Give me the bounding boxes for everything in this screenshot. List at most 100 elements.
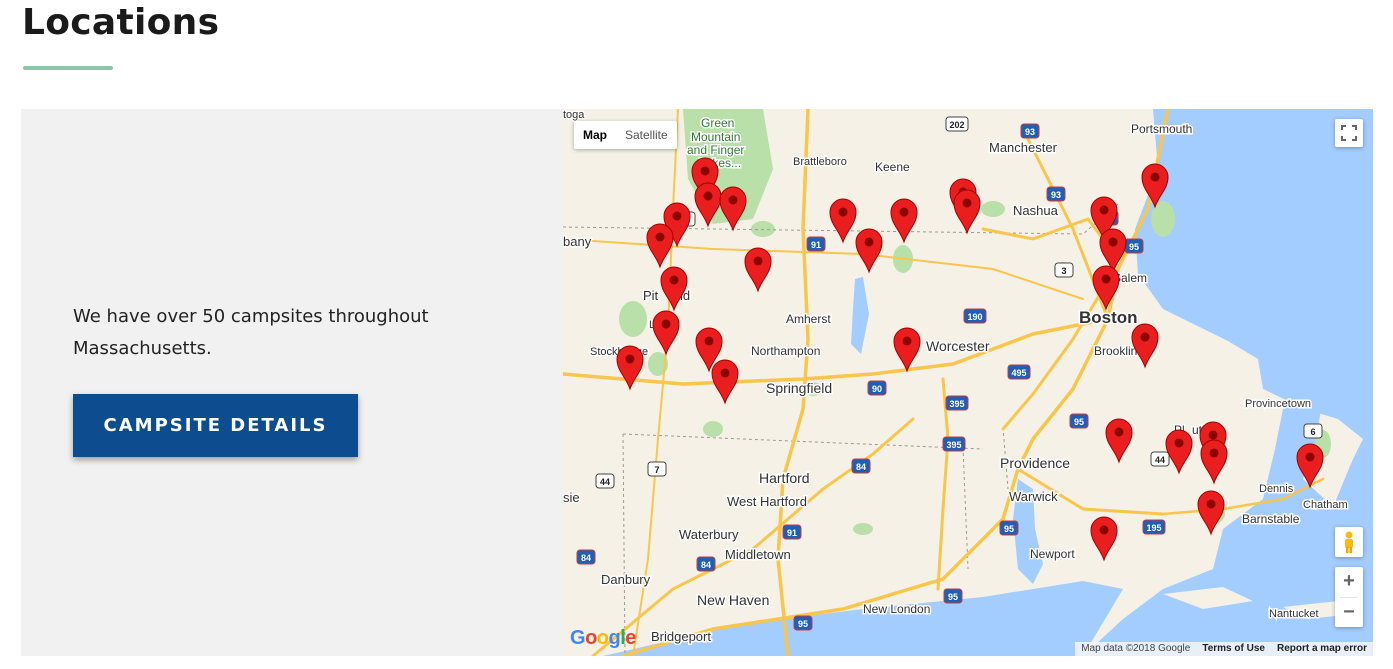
route-shield-number: 91 xyxy=(787,528,797,538)
report-map-error-link[interactable]: Report a map error xyxy=(1271,642,1373,656)
campsite-marker[interactable] xyxy=(711,359,739,405)
map-data-credit: Map data ©2018 Google xyxy=(1081,643,1191,654)
street-view-button[interactable] xyxy=(1335,527,1363,557)
place-label: Barnstable xyxy=(1242,512,1300,526)
park-10 xyxy=(853,523,873,535)
campsite-marker[interactable] xyxy=(1197,490,1225,536)
map-marker-dot xyxy=(703,191,713,201)
map-marker-icon xyxy=(1090,516,1118,562)
map-marker-dot xyxy=(962,198,972,208)
map-marker-icon xyxy=(1092,265,1120,311)
campsite-marker[interactable] xyxy=(1105,418,1133,464)
map-marker-dot xyxy=(838,207,848,217)
route-shield-number: 84 xyxy=(701,560,711,570)
map-type-control[interactable]: Map Satellite xyxy=(574,121,677,149)
title-underline xyxy=(23,66,113,70)
campsite-marker[interactable] xyxy=(890,198,918,244)
map-marker-dot xyxy=(1209,448,1219,458)
campsite-marker[interactable] xyxy=(893,327,921,373)
route-shield: 495 xyxy=(1007,364,1031,380)
campsite-marker[interactable] xyxy=(660,266,688,312)
place-label: Hartford xyxy=(759,470,810,486)
place-label: bany xyxy=(563,234,592,249)
map-marker-dot xyxy=(669,275,679,285)
campsite-marker[interactable] xyxy=(953,189,981,235)
place-label: Mountain xyxy=(691,130,740,144)
google-logo-letter: e xyxy=(625,627,636,649)
route-shield-number: 95 xyxy=(798,619,808,629)
route-shield: 93 xyxy=(1020,123,1040,139)
fullscreen-button[interactable] xyxy=(1335,119,1363,147)
campsite-marker[interactable] xyxy=(744,247,772,293)
campsite-marker[interactable] xyxy=(829,198,857,244)
route-shield: 95 xyxy=(793,615,813,631)
map-marker-dot xyxy=(720,368,730,378)
campsite-marker[interactable] xyxy=(1200,439,1228,485)
route-shield: 395 xyxy=(945,395,969,411)
map-type-map-button[interactable]: Map xyxy=(574,121,616,149)
place-label: Newport xyxy=(1030,547,1075,561)
place-label: Northampton xyxy=(751,344,820,358)
route-shield-number: 95 xyxy=(948,592,958,602)
route-shield-number: 44 xyxy=(1155,455,1165,465)
route-shield: 84 xyxy=(851,458,871,474)
campsite-marker[interactable] xyxy=(616,345,644,391)
terms-of-use-link[interactable]: Terms of Use xyxy=(1196,642,1271,656)
place-label: Bridgeport xyxy=(651,629,711,644)
map-marker-dot xyxy=(672,211,682,221)
map-marker-dot xyxy=(1114,427,1124,437)
map-canvas[interactable]: togaGreenMountainand FingerLakes...Ports… xyxy=(563,109,1373,656)
place-label: sie xyxy=(563,490,580,505)
route-shield: 7 xyxy=(647,461,667,477)
map-marker-icon xyxy=(719,186,747,232)
route-shield: 202 xyxy=(945,116,969,132)
route-shield-number: 93 xyxy=(1051,190,1061,200)
route-shield: 95 xyxy=(943,588,963,604)
campsite-marker[interactable] xyxy=(646,223,674,269)
route-shield-number: 495 xyxy=(1011,368,1026,378)
campsite-marker[interactable] xyxy=(719,186,747,232)
campsite-marker[interactable] xyxy=(652,310,680,356)
zoom-in-button[interactable]: + xyxy=(1335,567,1363,597)
map-marker-dot xyxy=(1099,525,1109,535)
route-shield-number: 195 xyxy=(1146,523,1161,533)
map-attribution: Map data ©2018 Google Terms of Use Repor… xyxy=(1075,642,1373,656)
route-shield: 91 xyxy=(782,524,802,540)
campsite-marker[interactable] xyxy=(1092,265,1120,311)
zoom-out-button[interactable]: − xyxy=(1335,598,1363,628)
google-logo-letter: g xyxy=(608,627,621,649)
place-label: Warwick xyxy=(1009,489,1058,504)
route-shield-number: 84 xyxy=(581,553,591,563)
campsite-marker[interactable] xyxy=(1090,516,1118,562)
map-marker-dot xyxy=(1140,332,1150,342)
route-shield: 95 xyxy=(999,520,1019,536)
atlantic-ocean xyxy=(1083,109,1373,656)
campsite-marker[interactable] xyxy=(1099,228,1127,274)
route-shield-number: 44 xyxy=(600,477,610,487)
map-view[interactable]: toga Green Mountain and Finger Lakes... Ports… xyxy=(563,109,1373,656)
place-label: Pit xyxy=(643,288,659,303)
place-label: Dennis xyxy=(1259,483,1294,495)
map-marker-icon xyxy=(616,345,644,391)
place-label: Portsmouth xyxy=(1131,122,1192,136)
route-shield-number: 93 xyxy=(1025,127,1035,137)
campsite-details-button[interactable]: CAMPSITE DETAILS xyxy=(73,394,358,457)
map-marker-icon xyxy=(893,327,921,373)
campsite-marker[interactable] xyxy=(1165,429,1193,475)
route-shield: 6 xyxy=(1303,423,1323,439)
zoom-control[interactable]: + − xyxy=(1335,567,1363,627)
route-shield: 84 xyxy=(576,549,596,565)
place-label: Boston xyxy=(1079,308,1138,327)
campsite-marker[interactable] xyxy=(855,228,883,274)
map-marker-dot xyxy=(902,336,912,346)
route-shield-number: 90 xyxy=(872,384,882,394)
route-shield-number: 395 xyxy=(949,399,964,409)
place-label: toga xyxy=(563,109,585,121)
route-shield: 44 xyxy=(1150,451,1170,467)
map-marker-icon xyxy=(829,198,857,244)
place-label: Green xyxy=(701,116,734,130)
google-logo-letter: o xyxy=(596,627,609,649)
route-shield-number: 84 xyxy=(856,462,866,472)
map-type-satellite-button[interactable]: Satellite xyxy=(616,121,677,149)
campsite-marker[interactable] xyxy=(1131,323,1159,369)
